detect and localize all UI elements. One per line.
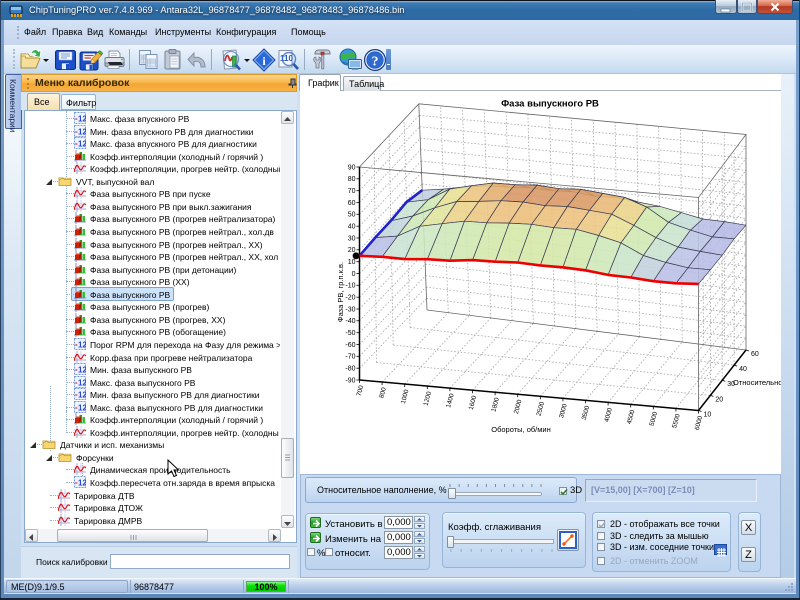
svg-text:1800: 1800: [490, 397, 501, 413]
svg-text:-20: -20: [345, 295, 355, 302]
svg-text:1600: 1600: [468, 395, 479, 411]
svg-text:Обороты, об/мин: Обороты, об/мин: [491, 425, 551, 434]
svg-text:90: 90: [348, 164, 356, 171]
svg-text:60: 60: [348, 200, 356, 207]
svg-text:12: 12: [78, 340, 86, 349]
svg-text:Относительное н: Относительное н: [733, 378, 781, 387]
svg-text:700: 700: [356, 384, 366, 397]
svg-text:-80: -80: [345, 366, 355, 373]
svg-text:50: 50: [348, 212, 356, 219]
svg-text:70: 70: [348, 188, 356, 195]
svg-text:12: 12: [78, 391, 86, 400]
svg-text:0: 0: [352, 271, 356, 278]
svg-text:12: 12: [78, 403, 86, 412]
svg-text:12: 12: [78, 140, 86, 149]
svg-text:12: 12: [78, 115, 86, 124]
svg-text:-70: -70: [345, 354, 355, 361]
svg-text:30: 30: [348, 235, 356, 242]
svg-text:12: 12: [78, 127, 86, 136]
svg-text:Фаза РВ, гр.п.к.в.: Фаза РВ, гр.п.к.в.: [336, 262, 345, 322]
svg-text:5000: 5000: [649, 411, 660, 427]
svg-text:80: 80: [348, 176, 356, 183]
svg-text:4000: 4000: [603, 407, 614, 423]
svg-text:-90: -90: [345, 377, 355, 384]
svg-text:2500: 2500: [536, 401, 547, 417]
svg-text:60: 60: [751, 351, 759, 358]
svg-text:Фаза выпускного РВ: Фаза выпускного РВ: [501, 99, 599, 110]
svg-text:12: 12: [78, 366, 86, 375]
svg-text:4500: 4500: [626, 409, 637, 425]
svg-text:1200: 1200: [423, 390, 434, 406]
svg-text:12: 12: [78, 479, 86, 488]
svg-text:800: 800: [378, 386, 388, 399]
svg-text:40: 40: [348, 224, 356, 231]
svg-text:12: 12: [78, 378, 86, 387]
svg-text:?: ?: [372, 55, 379, 70]
svg-text:-10: -10: [345, 283, 355, 290]
svg-text:40: 40: [739, 366, 747, 373]
svg-text:1000: 1000: [400, 388, 411, 404]
svg-text:-60: -60: [345, 342, 355, 349]
svg-text:5500: 5500: [671, 413, 682, 429]
svg-text:3500: 3500: [581, 405, 592, 421]
svg-text:-40: -40: [345, 318, 355, 325]
svg-text:1400: 1400: [445, 392, 456, 408]
svg-text:-50: -50: [345, 330, 355, 337]
svg-text:10: 10: [348, 259, 356, 266]
svg-text:10: 10: [704, 412, 712, 419]
svg-text:2000: 2000: [513, 399, 524, 415]
svg-text:3000: 3000: [558, 403, 569, 419]
svg-text:20: 20: [715, 396, 723, 403]
svg-text:-30: -30: [345, 306, 355, 313]
